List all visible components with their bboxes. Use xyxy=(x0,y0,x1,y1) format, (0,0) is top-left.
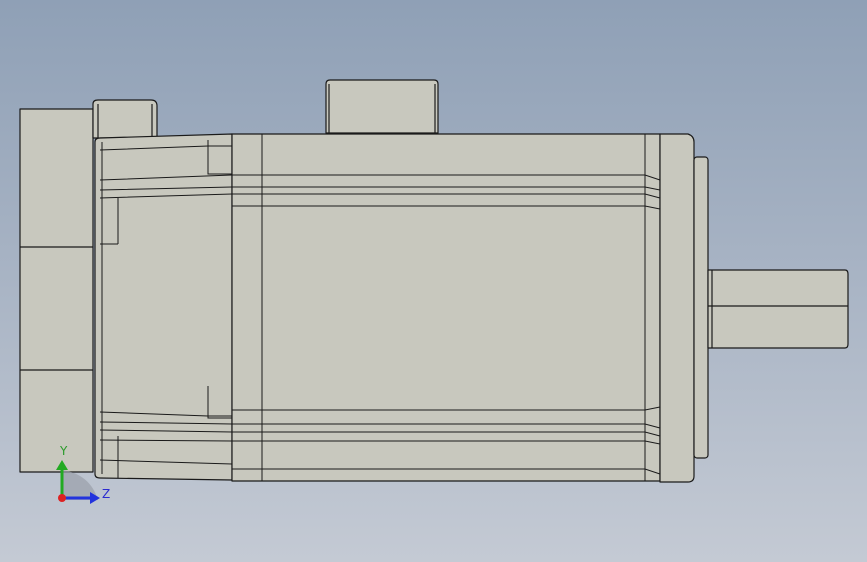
rear-flange xyxy=(94,133,233,481)
front-flange xyxy=(659,133,695,483)
servo-motor-model[interactable] xyxy=(19,79,849,483)
main-housing xyxy=(231,133,661,482)
top-connector-boss xyxy=(325,79,439,134)
triad-y-label: Y xyxy=(59,444,68,458)
output-shaft xyxy=(707,269,849,349)
rear-tab xyxy=(92,99,158,139)
pilot-ring xyxy=(693,156,709,459)
model-viewport[interactable]: Y Z xyxy=(0,0,867,562)
triad-z-label: Z xyxy=(102,487,110,501)
rear-encoder-cover xyxy=(19,108,94,473)
triad-x-axis xyxy=(58,494,66,502)
